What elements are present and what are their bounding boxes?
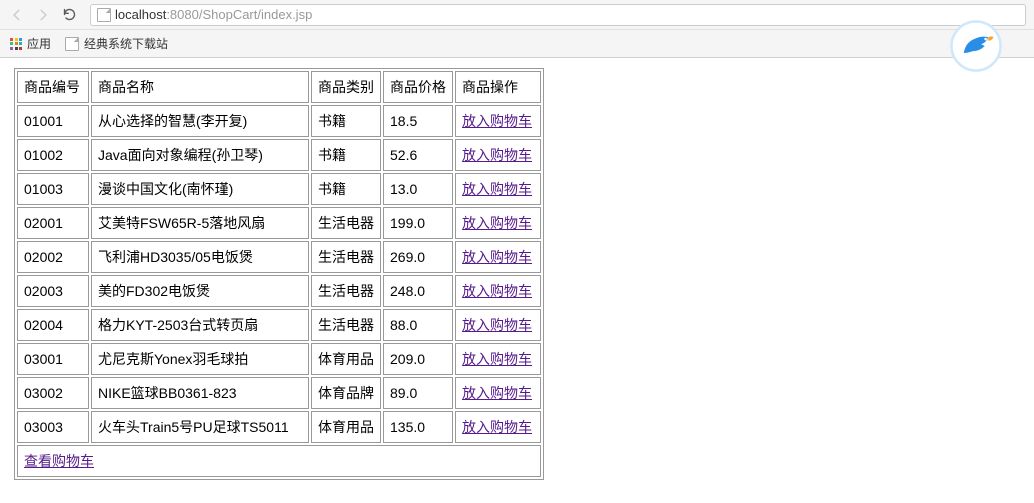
cell-price: 248.0 xyxy=(383,275,453,307)
cell-operation: 放入购物车 xyxy=(455,105,541,137)
url-host: localhost xyxy=(115,7,166,22)
add-to-cart-link[interactable]: 放入购物车 xyxy=(462,419,532,435)
cell-name: 从心选择的智慧(李开复) xyxy=(91,105,309,137)
apps-button[interactable]: 应用 xyxy=(10,35,51,52)
reload-button[interactable] xyxy=(60,6,78,24)
cell-price: 209.0 xyxy=(383,343,453,375)
apps-label: 应用 xyxy=(27,35,51,52)
cell-price: 199.0 xyxy=(383,207,453,239)
header-price: 商品价格 xyxy=(383,71,453,103)
cell-operation: 放入购物车 xyxy=(455,139,541,171)
cell-id: 03002 xyxy=(17,377,89,409)
cell-name: 美的FD302电饭煲 xyxy=(91,275,309,307)
table-row: 02004格力KYT-2503台式转页扇生活电器88.0 放入购物车 xyxy=(17,309,541,341)
cell-name: 飞利浦HD3035/05电饭煲 xyxy=(91,241,309,273)
cell-name: 火车头Train5号PU足球TS5011 xyxy=(91,411,309,443)
cell-id: 02004 xyxy=(17,309,89,341)
table-header-row: 商品编号 商品名称 商品类别 商品价格 商品操作 xyxy=(17,71,541,103)
cell-id: 01003 xyxy=(17,173,89,205)
add-to-cart-link[interactable]: 放入购物车 xyxy=(462,351,532,367)
cell-operation: 放入购物车 xyxy=(455,309,541,341)
thunder-bird-icon[interactable] xyxy=(948,18,1004,74)
cell-category: 生活电器 xyxy=(311,207,381,239)
cell-category: 生活电器 xyxy=(311,275,381,307)
page-content: 商品编号 商品名称 商品类别 商品价格 商品操作 01001从心选择的智慧(李开… xyxy=(0,58,1034,490)
table-row: 03001尤尼克斯Yonex羽毛球拍体育用品209.0 放入购物车 xyxy=(17,343,541,375)
cell-operation: 放入购物车 xyxy=(455,275,541,307)
cell-price: 52.6 xyxy=(383,139,453,171)
cell-name: NIKE篮球BB0361-823 xyxy=(91,377,309,409)
table-row: 01002Java面向对象编程(孙卫琴)书籍52.6 放入购物车 xyxy=(17,139,541,171)
cell-operation: 放入购物车 xyxy=(455,241,541,273)
table-row: 02003美的FD302电饭煲生活电器248.0 放入购物车 xyxy=(17,275,541,307)
add-to-cart-link[interactable]: 放入购物车 xyxy=(462,385,532,401)
bookmark-link[interactable]: 经典系统下载站 xyxy=(65,35,168,52)
page-icon xyxy=(97,8,111,22)
header-name: 商品名称 xyxy=(91,71,309,103)
cell-price: 135.0 xyxy=(383,411,453,443)
header-id: 商品编号 xyxy=(17,71,89,103)
add-to-cart-link[interactable]: 放入购物车 xyxy=(462,249,532,265)
cell-operation: 放入购物车 xyxy=(455,377,541,409)
cell-price: 89.0 xyxy=(383,377,453,409)
view-cart-link[interactable]: 查看购物车 xyxy=(24,453,94,469)
cell-name: 尤尼克斯Yonex羽毛球拍 xyxy=(91,343,309,375)
view-cart-row: 查看购物车 xyxy=(17,445,541,477)
back-button[interactable] xyxy=(8,6,26,24)
page-icon xyxy=(65,37,79,51)
cell-name: 格力KYT-2503台式转页扇 xyxy=(91,309,309,341)
table-row: 02002飞利浦HD3035/05电饭煲生活电器269.0 放入购物车 xyxy=(17,241,541,273)
add-to-cart-link[interactable]: 放入购物车 xyxy=(462,181,532,197)
cell-price: 88.0 xyxy=(383,309,453,341)
cell-category: 书籍 xyxy=(311,173,381,205)
cell-price: 18.5 xyxy=(383,105,453,137)
cell-id: 03001 xyxy=(17,343,89,375)
cell-category: 体育品牌 xyxy=(311,377,381,409)
header-operation: 商品操作 xyxy=(455,71,541,103)
cell-category: 体育用品 xyxy=(311,343,381,375)
table-row: 01003漫谈中国文化(南怀瑾)书籍13.0 放入购物车 xyxy=(17,173,541,205)
cell-name: Java面向对象编程(孙卫琴) xyxy=(91,139,309,171)
cell-category: 生活电器 xyxy=(311,241,381,273)
cell-name: 艾美特FSW65R-5落地风扇 xyxy=(91,207,309,239)
cell-name: 漫谈中国文化(南怀瑾) xyxy=(91,173,309,205)
cell-operation: 放入购物车 xyxy=(455,343,541,375)
cell-id: 02002 xyxy=(17,241,89,273)
table-row: 02001艾美特FSW65R-5落地风扇生活电器199.0 放入购物车 xyxy=(17,207,541,239)
cell-operation: 放入购物车 xyxy=(455,411,541,443)
cell-id: 02001 xyxy=(17,207,89,239)
bookmarks-bar: 应用 经典系统下载站 xyxy=(0,30,1034,58)
add-to-cart-link[interactable]: 放入购物车 xyxy=(462,283,532,299)
cell-category: 书籍 xyxy=(311,139,381,171)
cell-price: 269.0 xyxy=(383,241,453,273)
add-to-cart-link[interactable]: 放入购物车 xyxy=(462,215,532,231)
header-category: 商品类别 xyxy=(311,71,381,103)
cell-category: 体育用品 xyxy=(311,411,381,443)
cell-id: 03003 xyxy=(17,411,89,443)
bookmark-label: 经典系统下载站 xyxy=(84,35,168,52)
add-to-cart-link[interactable]: 放入购物车 xyxy=(462,317,532,333)
cell-operation: 放入购物车 xyxy=(455,173,541,205)
add-to-cart-link[interactable]: 放入购物车 xyxy=(462,147,532,163)
table-row: 01001从心选择的智慧(李开复)书籍18.5 放入购物车 xyxy=(17,105,541,137)
cell-id: 01002 xyxy=(17,139,89,171)
cell-category: 书籍 xyxy=(311,105,381,137)
forward-button[interactable] xyxy=(34,6,52,24)
cell-category: 生活电器 xyxy=(311,309,381,341)
cell-id: 01001 xyxy=(17,105,89,137)
cell-operation: 放入购物车 xyxy=(455,207,541,239)
table-row: 03002NIKE篮球BB0361-823体育品牌89.0 放入购物车 xyxy=(17,377,541,409)
cell-id: 02003 xyxy=(17,275,89,307)
product-table: 商品编号 商品名称 商品类别 商品价格 商品操作 01001从心选择的智慧(李开… xyxy=(14,68,544,480)
url-text: localhost:8080/ShopCart/index.jsp xyxy=(115,7,312,22)
address-bar[interactable]: localhost:8080/ShopCart/index.jsp xyxy=(90,4,1026,26)
browser-toolbar: localhost:8080/ShopCart/index.jsp xyxy=(0,0,1034,30)
table-row: 03003火车头Train5号PU足球TS5011体育用品135.0 放入购物车 xyxy=(17,411,541,443)
apps-icon xyxy=(10,38,22,50)
cell-price: 13.0 xyxy=(383,173,453,205)
url-path: :8080/ShopCart/index.jsp xyxy=(166,7,312,22)
add-to-cart-link[interactable]: 放入购物车 xyxy=(462,113,532,129)
